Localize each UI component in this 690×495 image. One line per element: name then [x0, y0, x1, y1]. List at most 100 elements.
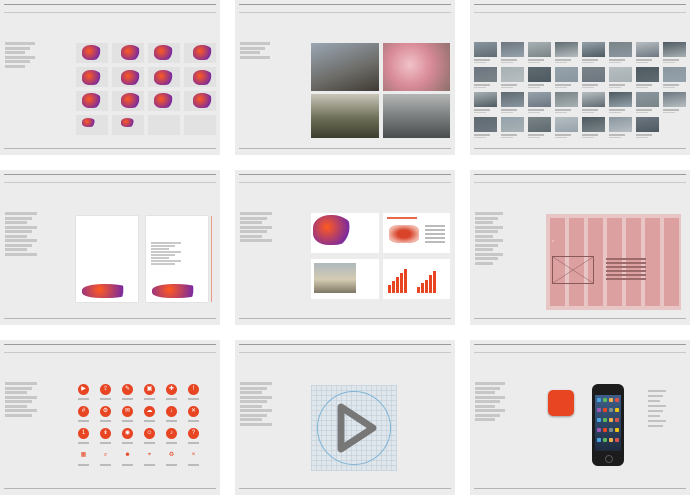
text-line	[5, 46, 30, 50]
measure-line	[211, 216, 212, 302]
header-rule	[239, 182, 451, 183]
photo-caption	[474, 61, 486, 63]
text-line	[425, 237, 445, 239]
text-line	[5, 55, 35, 59]
photo-still	[474, 92, 497, 107]
blob-frame	[154, 45, 174, 60]
app-tile	[609, 418, 613, 422]
text-line	[240, 239, 272, 242]
text-line	[475, 400, 500, 403]
footer-rule	[474, 318, 686, 319]
footer-rule	[4, 148, 216, 149]
world-map	[389, 225, 419, 243]
animation-frame	[184, 43, 216, 63]
trash-icon: ♻	[168, 452, 175, 458]
blob-frame	[193, 93, 213, 108]
text-line	[240, 230, 267, 233]
help-icon: ?	[188, 428, 199, 439]
photo-caption	[501, 136, 513, 138]
photo-caption	[555, 136, 567, 138]
text-line	[240, 400, 267, 403]
photo-caption	[609, 136, 621, 138]
text-line	[475, 239, 503, 242]
icon-label	[166, 398, 177, 400]
text-line	[5, 395, 37, 399]
text-line	[475, 221, 493, 224]
photo-caption	[501, 134, 517, 136]
app-tile	[597, 438, 601, 442]
download-icon: ↡	[100, 428, 111, 439]
icon-label	[78, 442, 89, 444]
page-7-1-1	[235, 0, 455, 155]
animation-frame	[112, 67, 144, 87]
photo-caption	[582, 109, 598, 111]
text-line	[5, 216, 32, 220]
guidelines-overview: ▶ ⇪ ✎ ▣ ✚! # ⚙ ✉ ☁ ↓ ✕ 1 ↡ ◉ ☺ ♪? ▦ ⌕ ☻ ⌖ ♻ ×	[0, 0, 690, 495]
text-line	[5, 400, 32, 403]
app-tile	[609, 428, 613, 432]
header-rule	[239, 352, 451, 353]
text-line	[475, 212, 503, 215]
icon-label	[166, 464, 177, 466]
app-tile	[597, 428, 601, 432]
text-line	[475, 413, 500, 417]
grid-column	[664, 218, 679, 306]
photo-still	[636, 117, 659, 132]
photo-caption	[501, 59, 517, 61]
text-line	[475, 418, 495, 421]
slide-photo	[311, 259, 379, 299]
photo-caption	[636, 86, 648, 88]
slide-chart	[383, 259, 450, 299]
text-line	[5, 51, 25, 54]
icon-label	[188, 464, 199, 466]
animation-frame	[148, 67, 180, 87]
app-tile	[597, 398, 601, 402]
blob-frame	[121, 93, 141, 108]
photo-still	[609, 92, 632, 107]
text-line	[5, 225, 37, 229]
photo-still	[555, 67, 578, 82]
app-tile	[615, 418, 619, 422]
animation-frame	[76, 43, 108, 63]
text-line	[475, 230, 498, 233]
app-tile	[609, 438, 613, 442]
blob-frame	[121, 118, 135, 127]
blob-frame	[121, 70, 141, 85]
body-text	[5, 212, 37, 257]
photo-still	[609, 42, 632, 57]
photo-still	[636, 92, 659, 107]
text-line	[5, 252, 37, 256]
icon-label	[144, 464, 155, 466]
photo-caption	[528, 86, 540, 88]
photo-caption	[555, 109, 571, 111]
text-line	[606, 278, 646, 280]
animation-frame	[76, 67, 108, 87]
photo-caption	[609, 86, 621, 88]
text-line	[475, 257, 498, 260]
text-line	[151, 242, 181, 244]
text-line	[5, 234, 27, 238]
icon-label	[144, 420, 155, 422]
text-line	[5, 386, 32, 390]
photo-caption	[528, 84, 544, 86]
blob-frame	[193, 70, 213, 85]
icon-label	[122, 442, 133, 444]
page-8-1-1	[0, 170, 220, 325]
photo-caption	[609, 61, 621, 63]
app-tile	[615, 428, 619, 432]
photo-caption	[501, 84, 517, 86]
body-text	[5, 42, 35, 69]
animation-frame	[112, 43, 144, 63]
blob-frame	[82, 118, 96, 127]
text-line	[5, 404, 27, 408]
mail-icon: ✉	[122, 406, 133, 417]
slide-blob	[313, 215, 353, 245]
notifications-icon: ♪	[166, 428, 177, 439]
text-line	[475, 391, 495, 394]
photo-caption	[474, 59, 490, 61]
photo-caption	[582, 84, 598, 86]
settings-icon: ⚙	[100, 406, 111, 417]
rss-icon: ◉	[122, 428, 133, 439]
body-text	[240, 382, 272, 427]
text-line	[240, 404, 262, 408]
